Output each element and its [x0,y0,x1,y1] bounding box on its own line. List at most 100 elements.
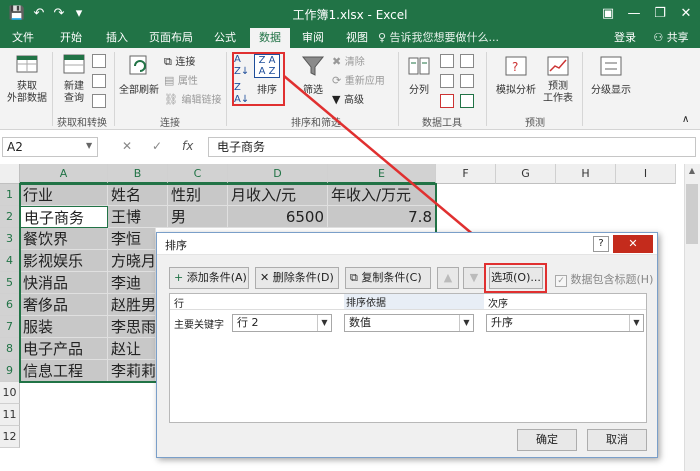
cell-c1[interactable]: 性别 [168,184,228,206]
new-query-button[interactable]: 新建 查询 [56,52,92,105]
consolidate-icon[interactable] [460,54,474,68]
row-header-7[interactable]: 7 [0,316,20,338]
clear-button[interactable]: ✖ 清除 [332,53,365,68]
undo-icon[interactable]: ↶ [30,5,48,23]
row-header-4[interactable]: 4 [0,250,20,272]
ribbon-display-icon[interactable]: ▣ [596,4,620,24]
remove-duplicates-icon[interactable] [440,74,454,88]
cell-a9[interactable]: 信息工程 [20,360,108,382]
recent-sources-icon[interactable] [92,94,106,108]
cell-b3[interactable]: 李恒 [108,228,156,250]
row-header-8[interactable]: 8 [0,338,20,360]
scroll-up-icon[interactable]: ▲ [684,166,700,180]
refresh-all-button[interactable]: 全部刷新 [118,52,160,96]
cell-b2[interactable]: 王博 [108,206,168,228]
insert-function-icon[interactable]: fx [182,139,193,153]
ok-button[interactable]: 确定 [517,429,577,451]
move-down-button[interactable]: ▼ [463,267,485,289]
save-icon[interactable]: 💾 [8,5,26,23]
column-header-h[interactable]: H [556,164,616,184]
formula-input[interactable]: 电子商务 [208,137,696,157]
tab-formulas[interactable]: 公式 [210,28,240,48]
column-header-c[interactable]: C [168,164,228,184]
row-header-10[interactable]: 10 [0,382,20,404]
tell-me-search[interactable]: ♀ 告诉我您想要做什么... [378,28,499,48]
what-if-analysis-button[interactable]: ? 模拟分析 [490,54,542,96]
show-queries-icon[interactable] [92,54,106,68]
reapply-button[interactable]: ⟳ 重新应用 [332,72,385,87]
connections-button[interactable]: ⧉ 连接 [164,53,195,69]
key-dropdown[interactable]: 行 2 ▼ [232,314,332,332]
tab-data[interactable]: 数据 [250,28,290,48]
tab-page-layout[interactable]: 页面布局 [146,28,196,48]
options-button[interactable]: 选项(O)... [489,267,543,289]
dialog-close-button[interactable]: ✕ [613,235,653,253]
restore-button[interactable]: ❐ [648,4,672,24]
cell-b9[interactable]: 李莉莉 [108,360,156,382]
row-header-2[interactable]: 2 [0,206,20,228]
redo-icon[interactable]: ↷ [50,5,68,23]
column-header-g[interactable]: G [496,164,556,184]
cell-d2[interactable]: 6500 [228,206,328,228]
confirm-entry-icon[interactable]: ✓ [152,139,162,153]
tab-home[interactable]: 开始 [56,28,86,48]
column-header-b[interactable]: B [108,164,168,184]
cell-a4[interactable]: 影视娱乐 [20,250,108,272]
cell-a1[interactable]: 行业 [20,184,108,206]
row-header-5[interactable]: 5 [0,272,20,294]
sort-on-dropdown[interactable]: 数值 ▼ [344,314,474,332]
filter-button[interactable]: 筛选 [296,54,330,96]
cell-b7[interactable]: 李思雨 [108,316,156,338]
tab-review[interactable]: 审阅 [298,28,328,48]
add-level-button[interactable]: + 添加条件(A) [169,267,249,289]
sort-button[interactable]: Z AA Z 排序 [254,54,280,96]
flash-fill-icon[interactable] [440,54,454,68]
properties-button[interactable]: ▤ 属性 [164,72,198,87]
cell-b1[interactable]: 姓名 [108,184,168,206]
help-icon[interactable]: ? [593,236,609,252]
row-header-1[interactable]: 1 [0,184,20,206]
outline-button[interactable]: 分级显示 [586,54,636,96]
cell-b4[interactable]: 方晓月 [108,250,156,272]
data-validation-icon[interactable] [440,94,454,108]
row-header-9[interactable]: 9 [0,360,20,382]
row-header-12[interactable]: 12 [0,426,20,448]
move-up-button[interactable]: ▲ [437,267,459,289]
cancel-entry-icon[interactable]: ✕ [122,139,132,153]
cell-a3[interactable]: 餐饮界 [20,228,108,250]
cancel-button[interactable]: 取消 [587,429,647,451]
tab-view[interactable]: 视图 [342,28,372,48]
cell-a2-active[interactable]: 电子商务 [20,206,108,228]
column-header-d[interactable]: D [228,164,328,184]
cell-a6[interactable]: 奢侈品 [20,294,108,316]
from-table-icon[interactable] [92,74,106,88]
collapse-ribbon-icon[interactable]: ∧ [682,114,689,125]
minimize-button[interactable]: — [622,4,646,24]
row-header-3[interactable]: 3 [0,228,20,250]
cell-e2[interactable]: 7.8 [328,206,436,228]
cell-b5[interactable]: 李迪 [108,272,156,294]
column-header-i[interactable]: I [616,164,676,184]
data-model-icon[interactable] [460,94,474,108]
text-to-columns-button[interactable]: 分列 [404,54,434,96]
login-link[interactable]: 登录 [610,28,640,48]
scrollbar-thumb[interactable] [686,184,698,244]
share-button[interactable]: ⚇ 共享 [646,28,696,48]
has-headers-checkbox[interactable]: ✓ 数据包含标题(H) [555,271,653,287]
edit-links-button[interactable]: ⛓ 编辑链接 [164,91,221,106]
name-box-dropdown-icon[interactable]: ▼ [86,141,92,150]
copy-level-button[interactable]: ⧉ 复制条件(C) [345,267,431,289]
cell-b8[interactable]: 赵让 [108,338,156,360]
cell-b6[interactable]: 赵胜男 [108,294,156,316]
cell-a5[interactable]: 快消品 [20,272,108,294]
cell-c2[interactable]: 男 [168,206,228,228]
tab-insert[interactable]: 插入 [102,28,132,48]
column-header-a[interactable]: A [20,164,108,184]
tab-file[interactable]: 文件 [8,28,38,48]
forecast-sheet-button[interactable]: 预测 工作表 [540,54,576,105]
get-external-data-button[interactable]: 获取 外部数据 [6,52,48,105]
column-header-f[interactable]: F [436,164,496,184]
row-header-11[interactable]: 11 [0,404,20,426]
close-button[interactable]: ✕ [674,4,698,24]
customize-qat-icon[interactable]: ▾ [70,5,88,23]
